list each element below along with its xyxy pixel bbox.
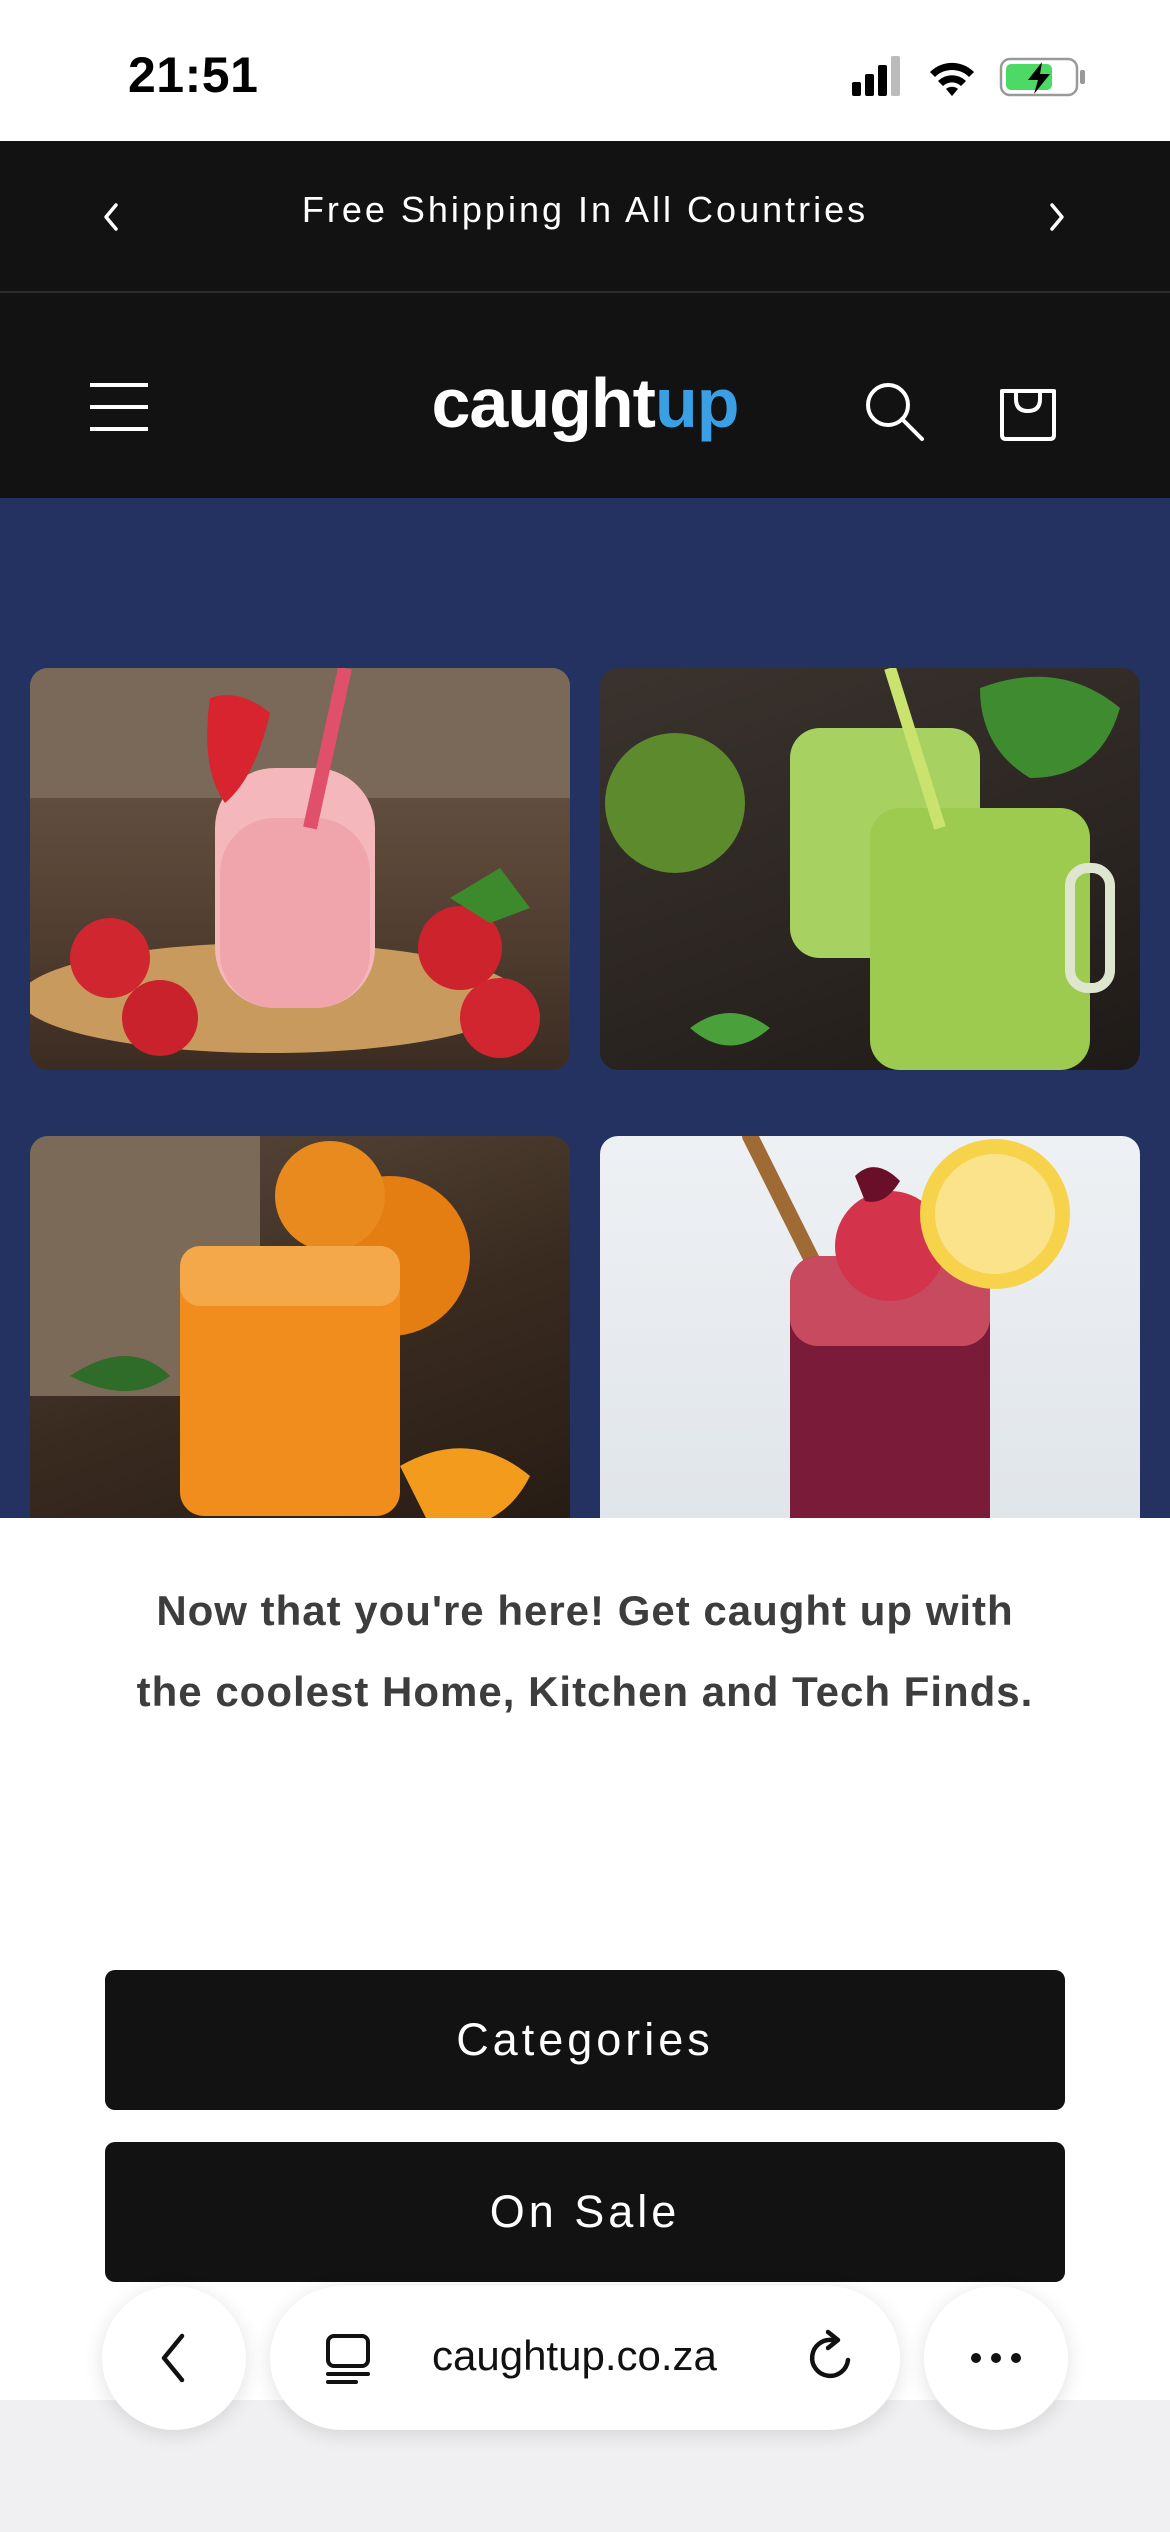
address-bar-url[interactable]: caughtup.co.za [432, 2332, 717, 2380]
hero-image-orange-juice[interactable] [30, 1136, 570, 1518]
categories-button[interactable]: Categories [105, 1970, 1065, 2110]
site-header: caughtup [0, 293, 1170, 498]
announcement-text[interactable]: Free Shipping In All Countries [0, 189, 1170, 231]
signal-icon [852, 56, 900, 96]
status-icons [852, 56, 1085, 97]
page-tagline: Now that you're here! Get caught up with… [136, 1587, 1034, 1715]
chevron-right-icon [1050, 203, 1064, 231]
battery-charging-icon [999, 57, 1085, 97]
logo-text-primary: caught [431, 364, 656, 442]
browser-more-button[interactable] [924, 2286, 1068, 2430]
status-bar: 21:51 [0, 0, 1170, 141]
cart-icon[interactable] [996, 375, 1060, 443]
main-content: Now that you're here! Get caught up with… [0, 1518, 1170, 2400]
hero-banner [0, 498, 1170, 1518]
wifi-icon [930, 62, 974, 96]
hero-image-strawberry-smoothie[interactable] [30, 668, 570, 1070]
more-icon [971, 2353, 1021, 2363]
page-icon[interactable] [320, 2330, 376, 2386]
search-icon[interactable] [862, 379, 926, 443]
hero-image-berry-lemon-drink[interactable] [600, 1136, 1140, 1518]
status-time: 21:51 [128, 47, 259, 103]
on-sale-button[interactable]: On Sale [105, 2142, 1065, 2282]
hero-image-green-smoothie[interactable] [600, 668, 1140, 1070]
announcement-next-button[interactable] [1032, 193, 1080, 241]
browser-back-button[interactable] [102, 2286, 246, 2430]
reload-icon[interactable] [802, 2328, 862, 2388]
address-bar[interactable]: caughtup.co.za [270, 2286, 900, 2430]
chevron-left-icon [161, 2333, 185, 2383]
logo-text-accent: up [654, 364, 740, 442]
announcement-bar: Free Shipping In All Countries [0, 141, 1170, 293]
site-logo[interactable]: caughtup [0, 363, 1170, 443]
